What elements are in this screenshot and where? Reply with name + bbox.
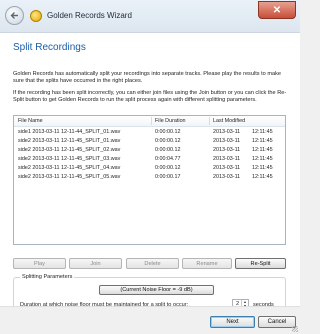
file-time: 12:11:45: [252, 138, 273, 144]
file-date: 2013-03-11: [213, 147, 241, 153]
close-icon: ✕: [272, 4, 282, 16]
group-title: Splitting Parameters: [20, 274, 75, 280]
file-time: 12:11:45: [252, 129, 273, 135]
resplit-button[interactable]: Re-Split: [235, 258, 286, 269]
file-name: side2 2013-03-11 12-11-45_SPLIT_03.wav: [18, 156, 121, 162]
delete-button[interactable]: Delete: [126, 258, 179, 269]
file-duration: 0:00:00.12: [155, 147, 181, 153]
column-header-file-duration[interactable]: File Duration: [155, 118, 186, 124]
wizard-content: Split Recordings Golden Records has auto…: [0, 33, 300, 317]
file-date: 2013-03-11: [213, 156, 241, 162]
next-label: Next: [226, 319, 239, 325]
window-title: Golden Records Wizard: [47, 11, 132, 20]
back-button[interactable]: [5, 6, 24, 25]
cancel-label: Cancel: [267, 319, 287, 325]
list-item[interactable]: side2 2013-03-11 12-11-45_SPLIT_02.wav 0…: [14, 146, 285, 155]
file-duration: 0:00:00.17: [155, 174, 181, 180]
list-item[interactable]: side2 2013-03-11 12-11-45_SPLIT_04.wav 0…: [14, 164, 285, 173]
file-name: side2 2013-03-11 12-11-45_SPLIT_04.wav: [18, 165, 121, 171]
file-time: 12:11:45: [252, 174, 273, 180]
title-bar: Golden Records Wizard ✕: [0, 0, 300, 33]
file-duration: 0:00:04.77: [155, 156, 181, 162]
file-time: 12:11:45: [252, 156, 273, 162]
file-date: 2013-03-11: [213, 138, 241, 144]
file-name: side2 2013-03-11 12-11-45_SPLIT_05.wav: [18, 174, 121, 180]
file-name: side2 2013-03-11 12-11-45_SPLIT_01.wav: [18, 138, 121, 144]
file-duration: 0:00:00.12: [155, 165, 181, 171]
back-arrow-icon: [10, 12, 18, 19]
wizard-footer: Next Cancel: [0, 306, 300, 334]
column-header-file-name[interactable]: File Name: [18, 118, 43, 124]
file-time: 12:11:45: [252, 147, 273, 153]
file-date: 2013-03-11: [213, 129, 241, 135]
column-header-last-modified[interactable]: Last Modified: [213, 118, 245, 124]
cancel-button[interactable]: Cancel: [258, 316, 296, 328]
list-item[interactable]: side1 2013-03-11 12-11-44_SPLIT_01.wav 0…: [14, 128, 285, 137]
list-item[interactable]: side2 2013-03-11 12-11-45_SPLIT_05.wav 0…: [14, 173, 285, 182]
resize-grip[interactable]: [292, 326, 298, 332]
golden-record-icon: [30, 10, 42, 22]
file-name: side2 2013-03-11 12-11-45_SPLIT_02.wav: [18, 147, 121, 153]
file-date: 2013-03-11: [213, 165, 241, 171]
join-button[interactable]: Join: [69, 258, 122, 269]
intro-text: Golden Records has automatically split y…: [13, 71, 282, 84]
file-time: 12:11:45: [252, 165, 273, 171]
rename-button[interactable]: Rename: [182, 258, 232, 269]
instructions-text: If the recording has been split incorrec…: [13, 90, 287, 103]
file-date: 2013-03-11: [213, 174, 241, 180]
noise-floor-button[interactable]: (Current Noise Floor = -9 dB): [99, 285, 214, 295]
file-duration: 0:00:00.12: [155, 138, 181, 144]
split-files-list[interactable]: File Name File Duration Last Modified si…: [13, 115, 286, 245]
list-header: File Name File Duration Last Modified: [14, 116, 285, 127]
list-item[interactable]: side2 2013-03-11 12-11-45_SPLIT_01.wav 0…: [14, 137, 285, 146]
close-button[interactable]: ✕: [258, 1, 296, 19]
next-button[interactable]: Next: [210, 316, 255, 328]
file-name: side1 2013-03-11 12-11-44_SPLIT_01.wav: [18, 129, 121, 135]
play-button[interactable]: Play: [13, 258, 66, 269]
list-item[interactable]: side2 2013-03-11 12-11-45_SPLIT_03.wav 0…: [14, 155, 285, 164]
file-duration: 0:00:00.12: [155, 129, 181, 135]
page-title: Split Recordings: [13, 42, 86, 53]
